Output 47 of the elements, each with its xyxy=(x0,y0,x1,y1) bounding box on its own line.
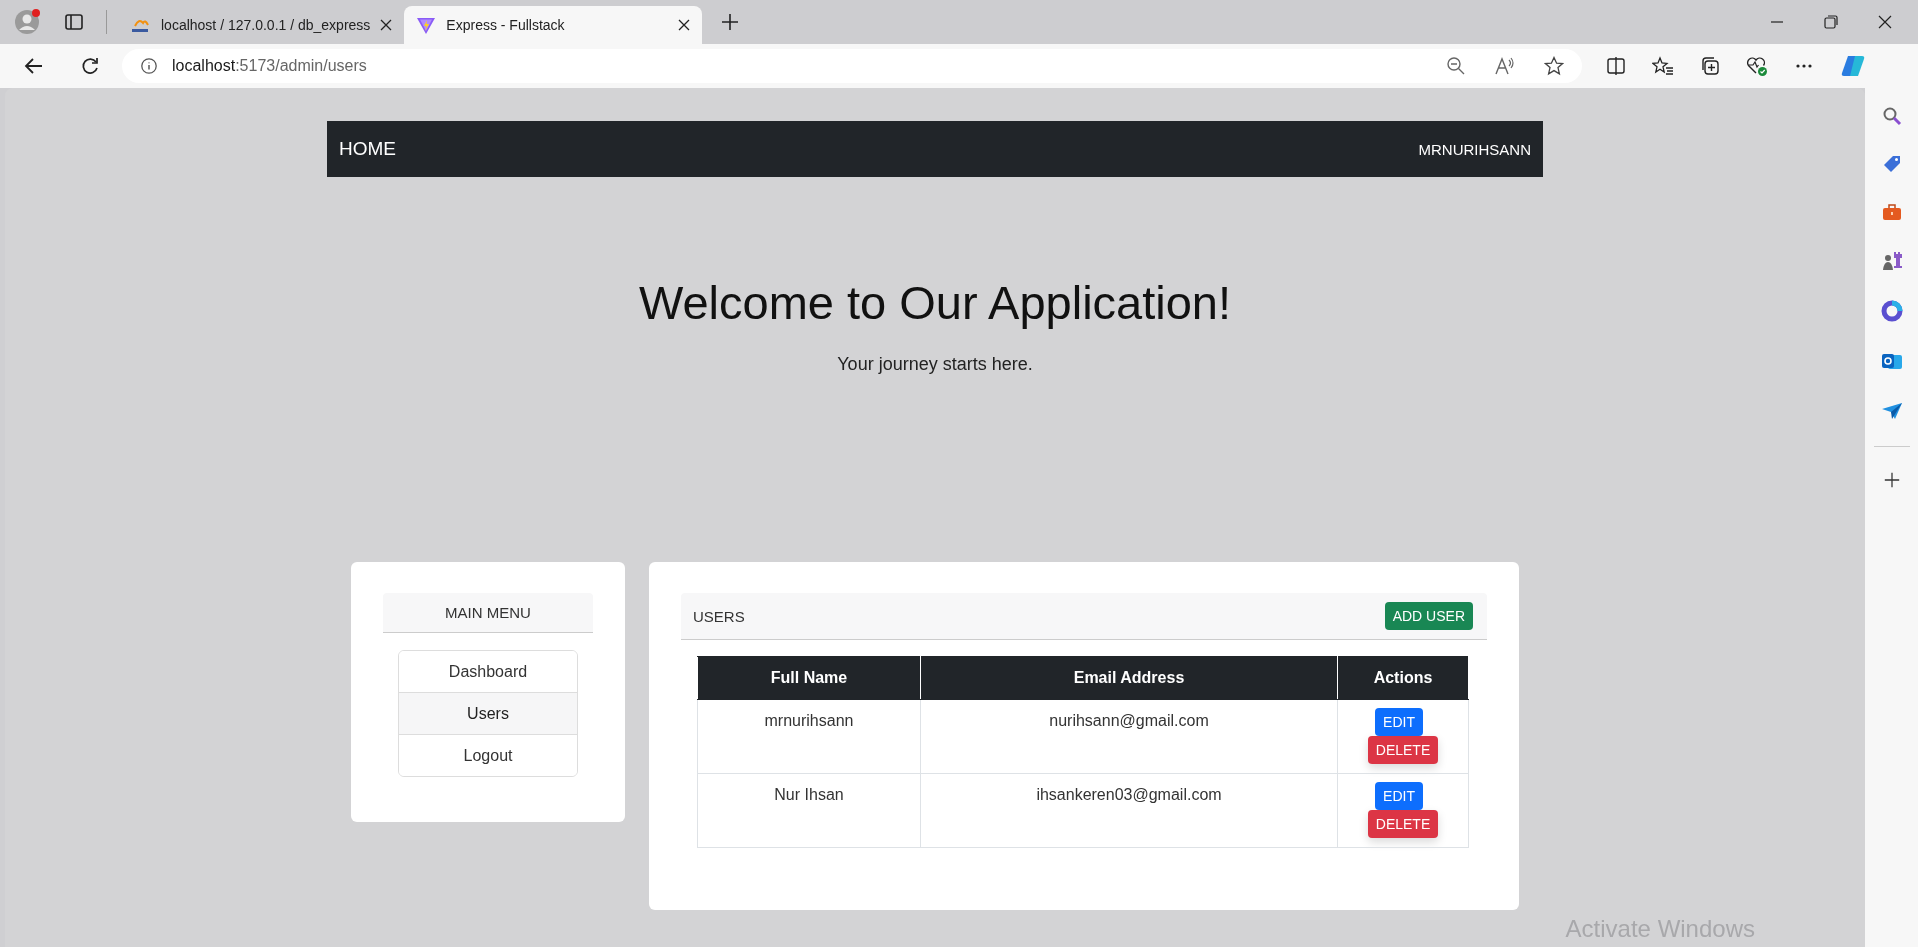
delete-button[interactable]: DELETE xyxy=(1367,810,1439,838)
add-user-button[interactable]: ADD USER xyxy=(1384,602,1473,630)
tab-actions-icon[interactable] xyxy=(64,12,84,32)
profile-icon[interactable] xyxy=(14,8,42,36)
welcome-heading: Welcome to Our Application! xyxy=(638,275,1232,330)
lightning-triangle-icon xyxy=(416,15,437,35)
toolbox-icon[interactable] xyxy=(1881,202,1902,222)
menu-item[interactable]: Logout xyxy=(399,734,577,776)
email-cell: ihsankeren03@gmail.com xyxy=(920,773,1338,848)
welcome-subtitle: Your journey starts here. xyxy=(837,354,1033,375)
delete-button[interactable]: DELETE xyxy=(1367,736,1439,764)
close-icon[interactable] xyxy=(1878,15,1892,29)
name-cell: Nur Ihsan xyxy=(697,773,921,848)
browser-tab[interactable]: localhost / 127.0.0.1 / db_express xyxy=(119,6,405,44)
email-cell: nurihsann@gmail.com xyxy=(920,699,1338,774)
address-bar[interactable]: localhost:5173/admin/users xyxy=(122,49,1582,83)
restore-icon[interactable] xyxy=(1824,15,1838,29)
reload-icon[interactable] xyxy=(80,56,100,76)
close-tab-icon[interactable] xyxy=(678,19,691,31)
info-icon[interactable] xyxy=(140,57,158,75)
favorites-icon[interactable] xyxy=(1652,56,1674,76)
new-tab-icon[interactable] xyxy=(720,12,741,32)
home-link[interactable]: HOME xyxy=(339,138,396,160)
browser-tab[interactable]: Express - Fullstack xyxy=(404,6,703,44)
ring-logo-icon[interactable] xyxy=(1880,300,1903,322)
read-aloud-icon[interactable] xyxy=(1494,56,1516,76)
edit-button[interactable]: EDIT xyxy=(1375,782,1423,810)
back-icon[interactable] xyxy=(24,56,44,76)
edit-button[interactable]: EDIT xyxy=(1375,708,1423,736)
username-label: MRNURIHSANN xyxy=(1418,140,1531,158)
health-heart-icon[interactable] xyxy=(1746,55,1768,77)
column-header: Email Address xyxy=(920,656,1338,700)
favorite-star-icon[interactable] xyxy=(1544,56,1564,76)
search-icon[interactable] xyxy=(1881,106,1902,126)
column-header: Actions xyxy=(1337,656,1469,700)
menu-item[interactable]: Users xyxy=(399,692,577,734)
chess-pieces-icon[interactable] xyxy=(1880,250,1903,272)
users-heading: USERS xyxy=(693,607,745,625)
split-screen-icon[interactable] xyxy=(1606,56,1626,76)
column-header: Full Name xyxy=(697,656,921,700)
add-icon[interactable] xyxy=(1882,471,1901,489)
url-text: localhost:5173/admin/users xyxy=(172,57,367,75)
collections-icon[interactable] xyxy=(1700,56,1720,76)
name-cell: mrnurihsann xyxy=(697,699,921,774)
menu-heading: MAIN MENU xyxy=(383,593,593,633)
zoom-out-icon[interactable] xyxy=(1446,56,1466,76)
close-tab-icon[interactable] xyxy=(380,19,393,31)
